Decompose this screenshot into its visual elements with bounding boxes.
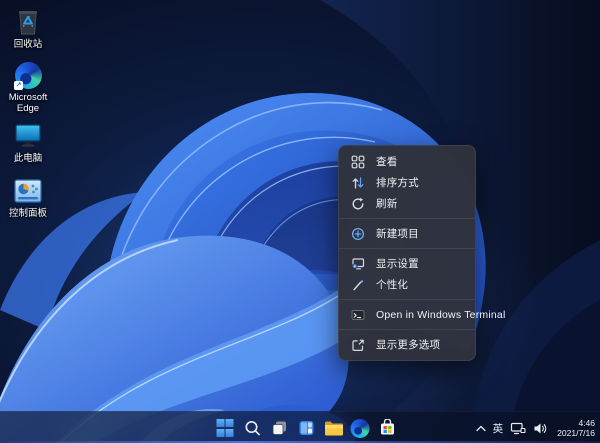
clock-time: 4:46: [557, 418, 595, 428]
menu-item-sort-by[interactable]: 排序方式: [339, 172, 475, 193]
taskbar: 英 4:46 2021/7/16: [0, 411, 600, 443]
new-item-icon: [350, 226, 365, 241]
desktop-icon-label: Microsoft Edge: [1, 92, 55, 114]
desktop-icon-this-pc[interactable]: 此电脑: [0, 121, 56, 164]
ethernet-network-icon: [510, 422, 526, 435]
search-icon: [243, 419, 261, 437]
microsoft-store-icon: [378, 419, 396, 437]
wallpaper-bloom[interactable]: [0, 0, 600, 443]
menu-separator: [339, 299, 475, 300]
file-explorer-button[interactable]: [321, 415, 346, 441]
menu-separator: [339, 248, 475, 249]
recycle-bin-icon: [13, 7, 43, 37]
windows-terminal-icon: [350, 307, 365, 322]
desktop-icon-label: 回收站: [14, 39, 43, 50]
menu-item-new[interactable]: 新建项目: [339, 223, 475, 244]
start-button[interactable]: [213, 415, 238, 441]
this-pc-icon: [13, 121, 43, 151]
menu-item-label: 刷新: [376, 196, 397, 211]
menu-separator: [339, 329, 475, 330]
windows-start-icon: [216, 419, 234, 437]
menu-item-label: 显示更多选项: [376, 337, 440, 352]
menu-item-label: 排序方式: [376, 175, 419, 190]
menu-item-label: 个性化: [376, 277, 408, 292]
menu-item-refresh[interactable]: 刷新: [339, 193, 475, 214]
store-button[interactable]: [375, 415, 400, 441]
desktop-icon-control-panel[interactable]: 控制面板: [0, 176, 56, 219]
personalize-icon: [350, 277, 365, 292]
file-explorer-icon: [323, 420, 343, 437]
windows-desktop: 回收站 ↗ Microsoft Edge 此电脑: [0, 0, 600, 443]
volume-button[interactable]: [533, 422, 548, 435]
menu-separator: [339, 218, 475, 219]
menu-item-personalize[interactable]: 个性化: [339, 274, 475, 295]
hidden-icons-button[interactable]: [476, 425, 486, 432]
control-panel-icon: [13, 176, 43, 206]
menu-item-display-settings[interactable]: 显示设置: [339, 253, 475, 274]
speaker-icon: [533, 422, 548, 435]
network-button[interactable]: [510, 422, 526, 435]
task-view-icon: [270, 419, 288, 437]
clock-date: 2021/7/16: [557, 428, 595, 438]
chevron-up-icon: [476, 425, 486, 432]
view-grid-icon: [350, 154, 365, 169]
desktop-icon-recycle-bin[interactable]: 回收站: [0, 7, 56, 50]
menu-item-show-more-options[interactable]: 显示更多选项: [339, 334, 475, 355]
taskbar-center-icons: [213, 412, 400, 443]
desktop-icon-label: 此电脑: [14, 153, 43, 164]
desktop-icon-microsoft-edge[interactable]: ↗ Microsoft Edge: [0, 60, 56, 114]
menu-item-label: Open in Windows Terminal: [376, 309, 506, 321]
desktop-icon-label: 控制面板: [9, 208, 47, 219]
taskbar-tray: 英 4:46 2021/7/16: [476, 412, 595, 443]
task-view-button[interactable]: [267, 415, 292, 441]
shortcut-arrow-icon: ↗: [14, 81, 23, 90]
edge-icon: ↗: [13, 60, 43, 90]
menu-item-label: 显示设置: [376, 256, 419, 271]
edge-icon: [351, 419, 370, 438]
widgets-icon: [297, 419, 315, 437]
display-settings-icon: [350, 256, 365, 271]
search-button[interactable]: [240, 415, 265, 441]
widgets-button[interactable]: [294, 415, 319, 441]
context-menu: 查看 排序方式 刷新: [338, 145, 476, 361]
menu-item-label: 查看: [376, 154, 397, 169]
edge-button[interactable]: [348, 415, 373, 441]
refresh-icon: [350, 196, 365, 211]
menu-item-label: 新建项目: [376, 226, 419, 241]
sort-icon: [350, 175, 365, 190]
clock[interactable]: 4:46 2021/7/16: [557, 418, 595, 438]
show-more-options-icon: [350, 337, 365, 352]
menu-item-view[interactable]: 查看: [339, 151, 475, 172]
ime-language-indicator[interactable]: 英: [493, 421, 504, 436]
menu-item-open-windows-terminal[interactable]: Open in Windows Terminal: [339, 304, 475, 325]
